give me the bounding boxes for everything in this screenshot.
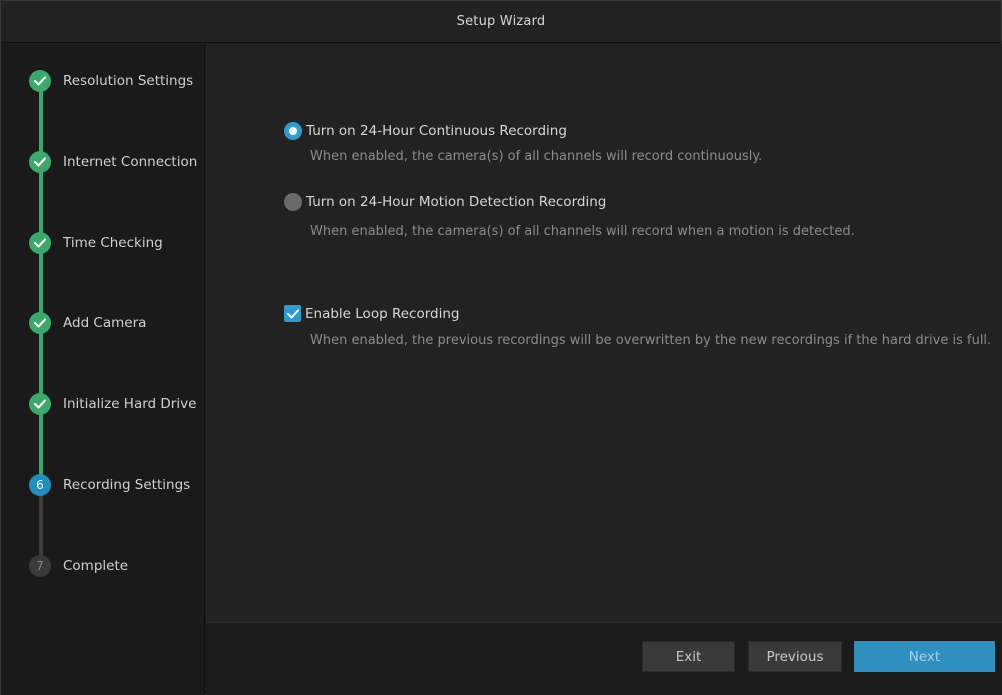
step-number-badge: 6 (29, 474, 51, 496)
step-label: Internet Connection (63, 154, 198, 170)
exit-button[interactable]: Exit (642, 641, 735, 672)
step-label: Recording Settings (63, 477, 191, 493)
next-button[interactable]: Next (854, 641, 995, 672)
step-progress-line-done (39, 89, 43, 494)
step-number: 6 (36, 478, 44, 492)
checkbox-checked-icon[interactable] (284, 305, 301, 322)
motion-recording-label[interactable]: Turn on 24-Hour Motion Detection Recordi… (306, 194, 606, 210)
step-add-camera: Add Camera (29, 312, 146, 334)
step-label: Time Checking (63, 235, 163, 251)
continuous-recording-label[interactable]: Turn on 24-Hour Continuous Recording (306, 123, 567, 139)
previous-button[interactable]: Previous (748, 641, 842, 672)
radio-selected-icon[interactable] (284, 122, 302, 140)
loop-recording-description: When enabled, the previous recordings wi… (310, 333, 992, 348)
continuous-recording-description: When enabled, the camera(s) of all chann… (310, 149, 763, 164)
continuous-recording-option[interactable]: Turn on 24-Hour Continuous Recording (284, 122, 567, 140)
step-recording-settings: 6 Recording Settings (29, 474, 190, 496)
loop-recording-label[interactable]: Enable Loop Recording (305, 306, 459, 322)
step-label: Resolution Settings (63, 73, 194, 89)
checkmark-icon (29, 70, 51, 92)
checkmark-icon (29, 393, 51, 415)
wizard-footer: Exit Previous Next (206, 622, 1002, 695)
recording-settings-panel: Turn on 24-Hour Continuous Recording Whe… (206, 44, 1002, 622)
setup-wizard-window: Setup Wizard Resolution Settings Interne… (0, 0, 1002, 695)
motion-recording-option[interactable]: Turn on 24-Hour Motion Detection Recordi… (284, 193, 606, 211)
checkmark-icon (29, 151, 51, 173)
wizard-steps-sidebar: Resolution Settings Internet Connection … (1, 44, 205, 695)
step-complete: 7 Complete (29, 555, 128, 577)
step-label: Complete (63, 558, 129, 574)
step-initialize-hard-drive: Initialize Hard Drive (29, 393, 196, 415)
step-number: 7 (36, 559, 44, 573)
motion-recording-description: When enabled, the camera(s) of all chann… (310, 224, 855, 239)
step-number-badge: 7 (29, 555, 51, 577)
step-label: Initialize Hard Drive (63, 396, 197, 412)
step-resolution-settings: Resolution Settings (29, 70, 193, 92)
window-title: Setup Wizard (456, 14, 546, 29)
radio-unselected-icon[interactable] (284, 193, 302, 211)
step-time-checking: Time Checking (29, 232, 163, 254)
checkmark-icon (29, 232, 51, 254)
step-progress-line-todo (39, 494, 43, 564)
step-internet-connection: Internet Connection (29, 151, 197, 173)
loop-recording-option[interactable]: Enable Loop Recording (284, 305, 459, 322)
step-label: Add Camera (63, 315, 147, 331)
checkmark-icon (29, 312, 51, 334)
title-bar: Setup Wizard (1, 1, 1001, 43)
